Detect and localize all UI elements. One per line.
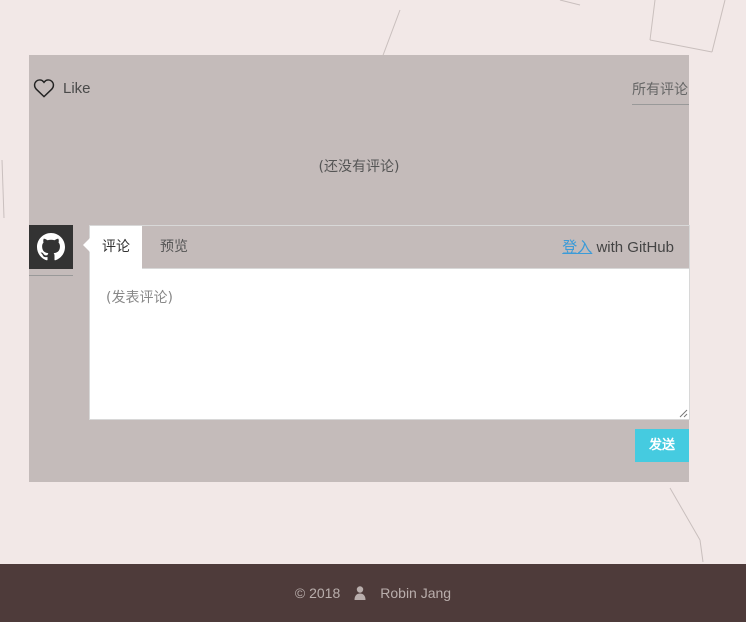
comment-textarea[interactable]: (发表评论) bbox=[90, 269, 689, 419]
login-with-github: 登入 with GitHub bbox=[562, 226, 674, 269]
page: Like 所有评论 (还没有评论) 评论 预览 登入 with GitHub (… bbox=[0, 0, 746, 622]
tab-preview[interactable]: 预览 bbox=[148, 226, 200, 268]
comment-editor: 评论 预览 登入 with GitHub (发表评论) bbox=[83, 225, 690, 420]
empty-comments-text: (还没有评论) bbox=[318, 159, 400, 175]
resize-grip-icon[interactable] bbox=[679, 409, 688, 418]
avatar bbox=[29, 225, 73, 269]
footer-author[interactable]: Robin Jang bbox=[380, 585, 451, 601]
sort-select[interactable]: 所有评论 bbox=[632, 79, 689, 105]
like-button[interactable]: Like bbox=[33, 78, 91, 98]
like-label: Like bbox=[63, 79, 91, 97]
footer: © 2018 Robin Jang bbox=[0, 564, 746, 622]
login-link[interactable]: 登入 bbox=[562, 238, 592, 256]
user-icon bbox=[354, 586, 366, 600]
send-button[interactable]: 发送 bbox=[635, 429, 689, 462]
heart-outline-icon bbox=[33, 79, 55, 98]
tab-comment[interactable]: 评论 bbox=[90, 226, 142, 269]
github-icon bbox=[37, 233, 65, 261]
login-suffix: with GitHub bbox=[592, 239, 674, 256]
editor-tabbar: 评论 预览 登入 with GitHub bbox=[90, 226, 689, 269]
avatar-divider bbox=[29, 275, 73, 276]
comments-panel: Like 所有评论 (还没有评论) 评论 预览 登入 with GitHub (… bbox=[29, 55, 690, 482]
footer-copyright: © 2018 bbox=[294, 585, 341, 601]
